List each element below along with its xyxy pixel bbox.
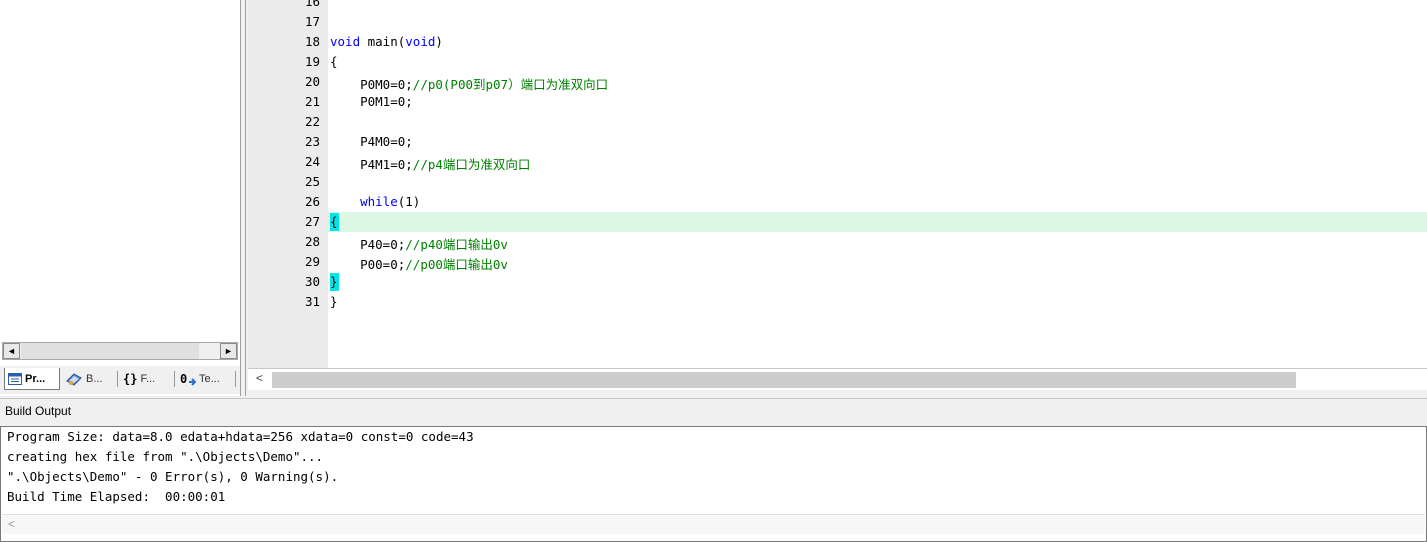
code-line[interactable]: void main(void) bbox=[330, 34, 443, 49]
tab-separator bbox=[235, 371, 236, 387]
code-line[interactable]: } bbox=[330, 294, 338, 309]
build-output-scrollbar[interactable]: < bbox=[2, 514, 1425, 534]
code-line[interactable]: P00=0;//p00端口输出0v bbox=[330, 254, 508, 273]
code-editor[interactable] bbox=[248, 0, 1427, 368]
build-output-title: Build Output bbox=[5, 404, 72, 418]
templates-icon: 0 bbox=[180, 372, 196, 386]
code-line[interactable]: } bbox=[330, 274, 338, 289]
line-number: 20 bbox=[304, 74, 320, 89]
scroll-left-icon[interactable]: ◄ bbox=[3, 343, 20, 359]
output-line: creating hex file from ".\Objects\Demo".… bbox=[7, 449, 324, 464]
code-line[interactable]: P40=0;//p40端口输出0v bbox=[330, 234, 508, 253]
tab-functions[interactable]: {} F... bbox=[120, 368, 172, 390]
current-line-highlight bbox=[328, 212, 1427, 232]
scroll-right-icon[interactable]: ► bbox=[220, 343, 237, 359]
output-line: ".\Objects\Demo" - 0 Error(s), 0 Warning… bbox=[7, 469, 339, 484]
scrollbar-thumb[interactable] bbox=[272, 372, 1296, 388]
project-icon bbox=[8, 372, 22, 385]
scroll-left-icon[interactable]: < bbox=[256, 371, 263, 385]
line-number: 30 bbox=[304, 274, 320, 289]
line-number: 16 bbox=[304, 0, 320, 9]
code-line[interactable]: { bbox=[330, 54, 338, 69]
editor-horizontal-scrollbar[interactable]: < bbox=[248, 368, 1427, 390]
tab-books[interactable]: B... bbox=[62, 368, 114, 390]
books-icon bbox=[66, 373, 82, 386]
tab-project-label: Pr... bbox=[25, 372, 46, 385]
code-line[interactable]: P4M1=0;//p4端口为准双向口 bbox=[330, 154, 530, 173]
tab-separator bbox=[174, 371, 175, 387]
line-number: 26 bbox=[304, 194, 320, 209]
output-line: Build Time Elapsed: 00:00:01 bbox=[7, 489, 226, 504]
code-line[interactable]: P0M0=0;//p0(P00到p07）端口为准双向口 bbox=[330, 74, 608, 93]
line-number: 18 bbox=[304, 34, 320, 49]
line-number: 21 bbox=[304, 94, 320, 109]
line-number: 17 bbox=[304, 14, 320, 29]
line-number: 24 bbox=[304, 154, 320, 169]
tab-books-label: B... bbox=[86, 373, 103, 385]
code-line[interactable]: P4M0=0; bbox=[330, 134, 413, 149]
code-line[interactable]: P0M1=0; bbox=[330, 94, 413, 109]
line-number: 22 bbox=[304, 114, 320, 129]
tab-templates[interactable]: 0 Te... bbox=[177, 368, 233, 390]
svg-text:0: 0 bbox=[180, 372, 187, 386]
project-panel-scrollbar[interactable]: ◄ ► bbox=[2, 342, 238, 360]
line-number: 23 bbox=[304, 134, 320, 149]
code-line[interactable]: { bbox=[330, 214, 338, 229]
tab-project[interactable]: Pr... bbox=[4, 368, 60, 390]
line-number: 19 bbox=[304, 54, 320, 69]
line-number: 29 bbox=[304, 254, 320, 269]
project-panel-tabs: Pr... B... {} F... 0 Te... bbox=[0, 366, 240, 394]
line-number: 27 bbox=[304, 214, 320, 229]
line-number: 31 bbox=[304, 294, 320, 309]
scrollbar-thumb[interactable] bbox=[21, 343, 199, 359]
project-panel[interactable] bbox=[0, 0, 240, 396]
line-number: 25 bbox=[304, 174, 320, 189]
tab-templates-label: Te... bbox=[199, 373, 220, 385]
panel-splitter[interactable] bbox=[240, 0, 246, 396]
functions-icon: {} bbox=[123, 372, 138, 386]
scroll-left-icon[interactable]: < bbox=[8, 517, 15, 531]
tab-separator bbox=[117, 371, 118, 387]
tab-functions-label: F... bbox=[140, 373, 156, 385]
line-number: 28 bbox=[304, 234, 320, 249]
code-line[interactable]: while(1) bbox=[330, 194, 420, 209]
output-line: Program Size: data=8.0 edata+hdata=256 x… bbox=[7, 429, 474, 444]
build-output-header: Build Output bbox=[0, 398, 1427, 424]
